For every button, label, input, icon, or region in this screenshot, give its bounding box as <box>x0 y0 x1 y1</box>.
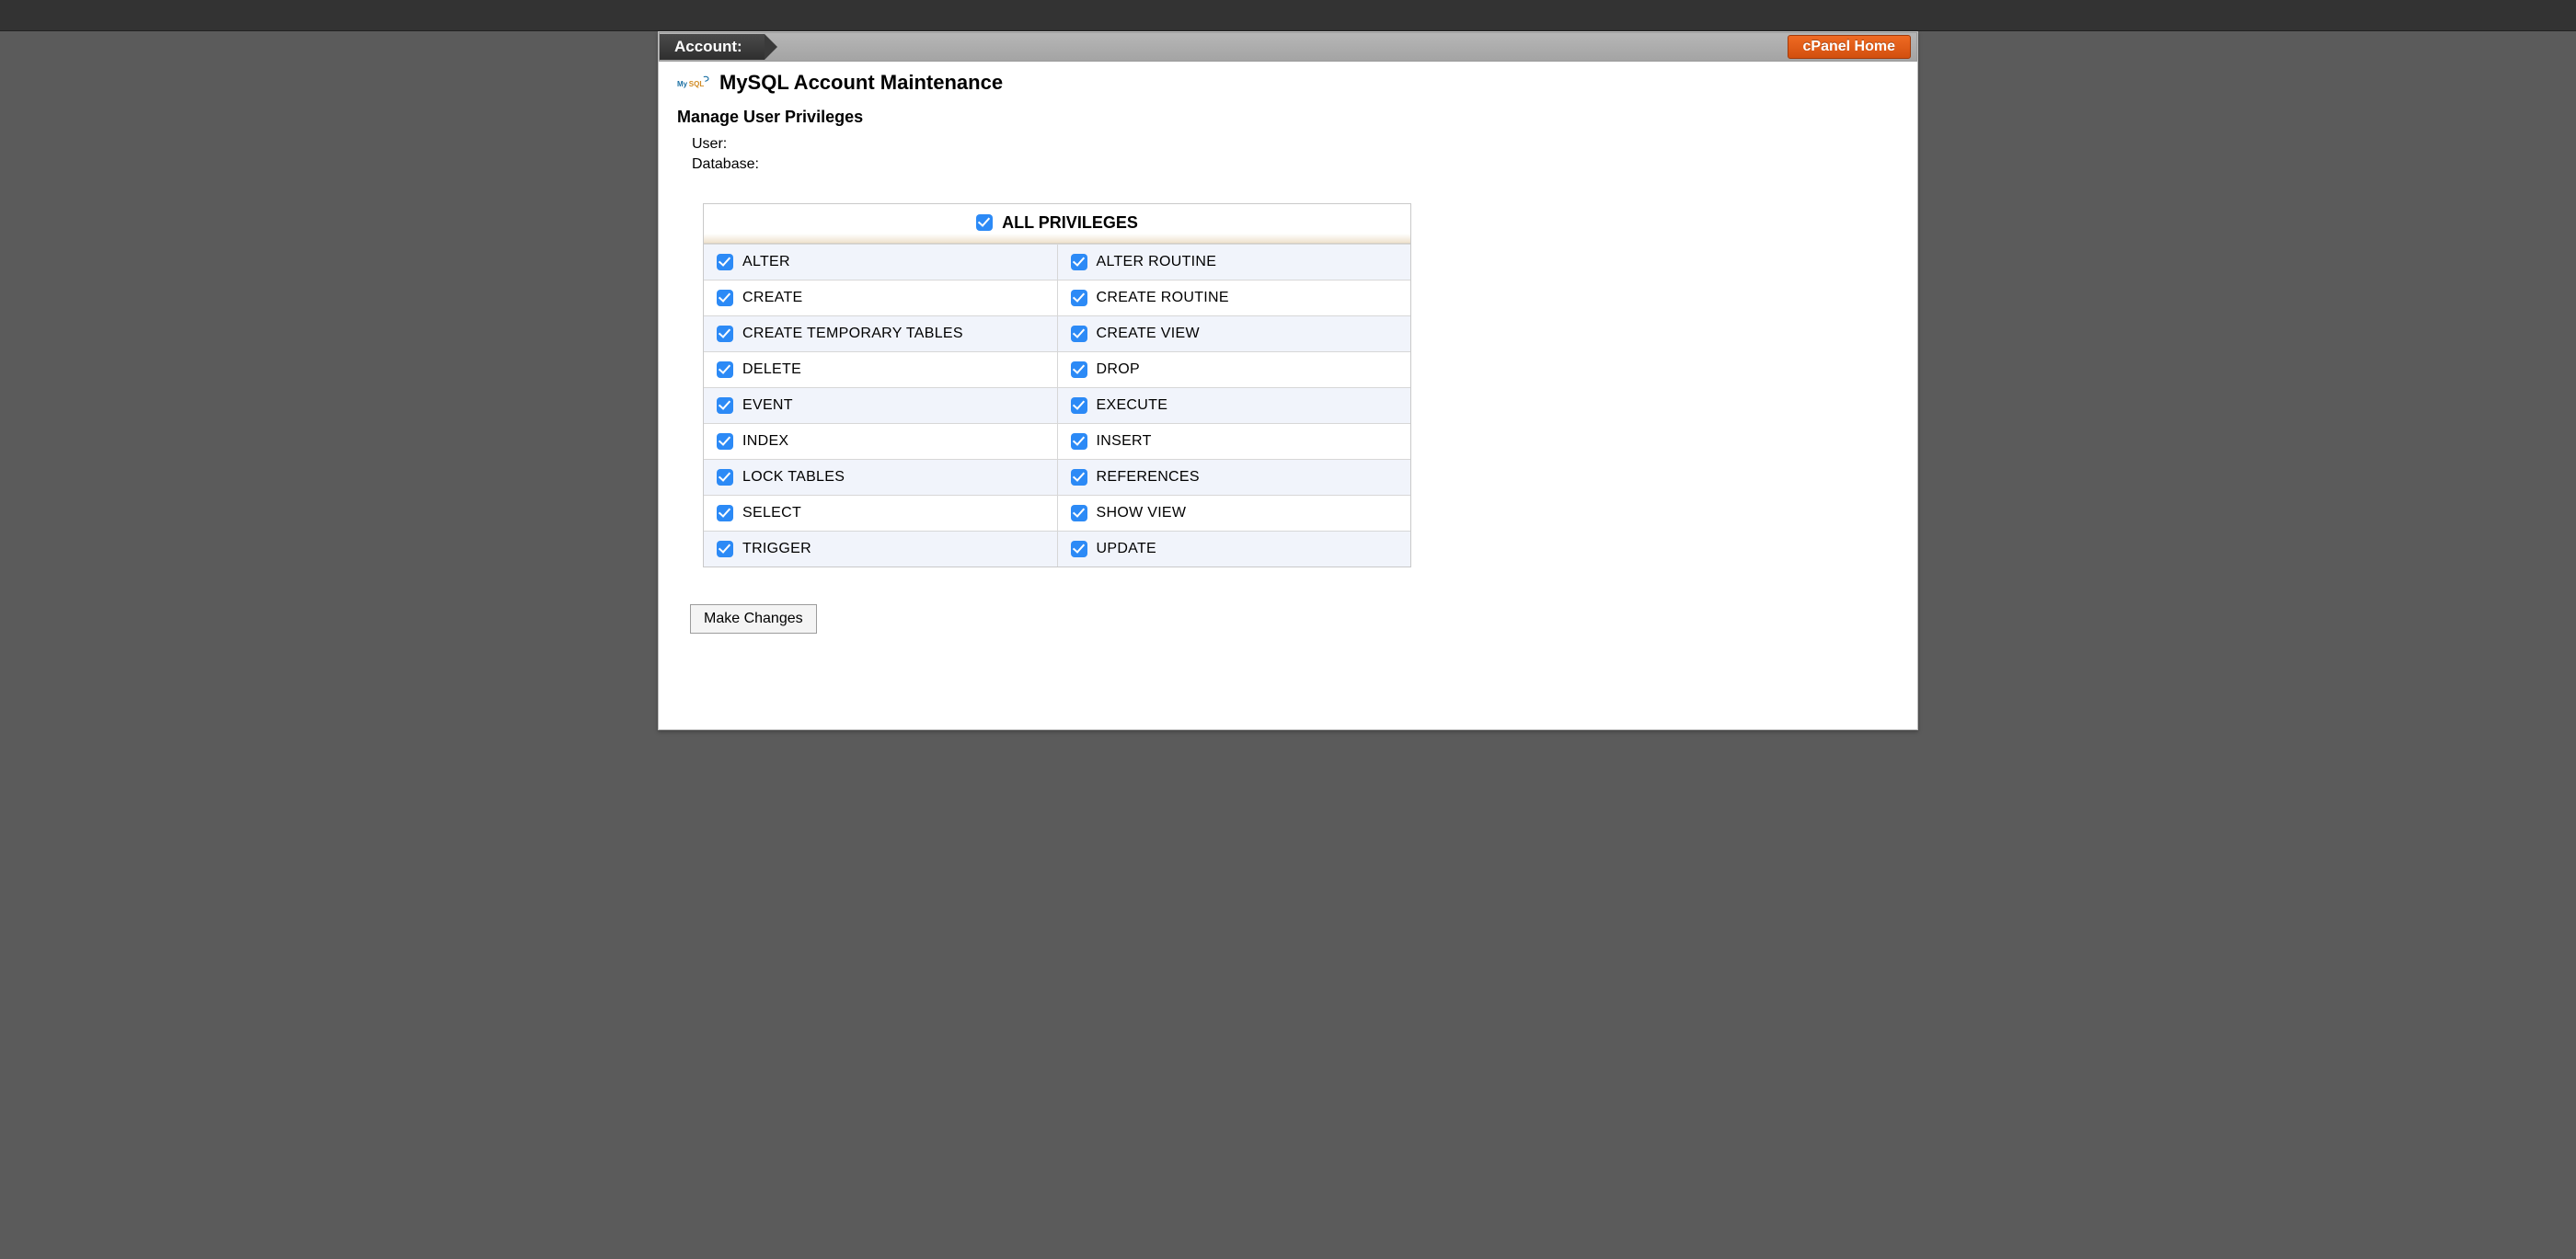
privilege-label: INDEX <box>742 433 788 450</box>
privileges-header: ALL PRIVILEGES <box>704 204 1410 245</box>
main-wrap: Account: cPanel Home My SQL MySQL Accoun… <box>0 31 2576 730</box>
privilege-cell-create-routine[interactable]: CREATE ROUTINE <box>1057 280 1411 315</box>
privilege-row: ALTER ALTER ROUTINE <box>704 244 1410 280</box>
account-label-text: Account: <box>674 38 742 56</box>
page-title-row: My SQL MySQL Account Maintenance <box>677 71 1899 95</box>
privilege-checkbox-index[interactable] <box>717 433 733 450</box>
privilege-cell-references[interactable]: REFERENCES <box>1057 459 1411 495</box>
account-label: Account: <box>660 34 765 60</box>
privilege-checkbox-trigger[interactable] <box>717 541 733 557</box>
privilege-cell-execute[interactable]: EXECUTE <box>1057 387 1411 423</box>
privilege-cell-lock-tables[interactable]: LOCK TABLES <box>704 459 1057 495</box>
privilege-checkbox-execute[interactable] <box>1071 397 1087 414</box>
privilege-cell-update[interactable]: UPDATE <box>1057 531 1411 567</box>
database-label: Database: <box>692 156 759 172</box>
privilege-checkbox-create[interactable] <box>717 290 733 306</box>
database-row: Database: <box>692 155 1899 175</box>
privilege-label: UPDATE <box>1097 541 1157 557</box>
mysql-icon: My SQL <box>677 73 714 93</box>
privilege-checkbox-alter-routine[interactable] <box>1071 254 1087 270</box>
privilege-checkbox-create-view[interactable] <box>1071 326 1087 342</box>
privilege-label: DROP <box>1097 361 1140 378</box>
privilege-checkbox-create-routine[interactable] <box>1071 290 1087 306</box>
privilege-cell-alter-routine[interactable]: ALTER ROUTINE <box>1057 244 1411 280</box>
privilege-row: LOCK TABLES REFERENCES <box>704 459 1410 495</box>
content-inner: My SQL MySQL Account Maintenance Manage … <box>659 62 1917 661</box>
header-gradient <box>704 234 1410 243</box>
privilege-cell-alter[interactable]: ALTER <box>704 244 1057 280</box>
user-row: User: <box>692 134 1899 155</box>
privilege-label: REFERENCES <box>1097 469 1200 486</box>
privilege-checkbox-references[interactable] <box>1071 469 1087 486</box>
privilege-checkbox-select[interactable] <box>717 505 733 521</box>
privilege-cell-select[interactable]: SELECT <box>704 495 1057 531</box>
privilege-cell-index[interactable]: INDEX <box>704 423 1057 459</box>
all-privileges-label: ALL PRIVILEGES <box>1002 213 1138 233</box>
privilege-checkbox-insert[interactable] <box>1071 433 1087 450</box>
privilege-label: CREATE <box>742 290 803 306</box>
privilege-label: CREATE VIEW <box>1097 326 1200 342</box>
privilege-label: INSERT <box>1097 433 1152 450</box>
user-db-block: User: Database: <box>677 134 1899 176</box>
privilege-checkbox-drop[interactable] <box>1071 361 1087 378</box>
privilege-label: ALTER <box>742 254 790 270</box>
page-title: MySQL Account Maintenance <box>719 71 1003 95</box>
privilege-label: TRIGGER <box>742 541 811 557</box>
privilege-label: SHOW VIEW <box>1097 505 1187 521</box>
privilege-row: INDEX INSERT <box>704 423 1410 459</box>
all-privileges-checkbox[interactable] <box>976 214 993 231</box>
privilege-checkbox-lock-tables[interactable] <box>717 469 733 486</box>
privileges-rows-container: ALTERALTER ROUTINECREATECREATE ROUTINECR… <box>704 244 1410 567</box>
privilege-row: CREATE CREATE ROUTINE <box>704 280 1410 315</box>
privilege-cell-event[interactable]: EVENT <box>704 387 1057 423</box>
privilege-cell-show-view[interactable]: SHOW VIEW <box>1057 495 1411 531</box>
privilege-label: EXECUTE <box>1097 397 1168 414</box>
privilege-cell-create-view[interactable]: CREATE VIEW <box>1057 315 1411 351</box>
top-nav-strip <box>0 0 2576 31</box>
privilege-cell-trigger[interactable]: TRIGGER <box>704 531 1057 567</box>
make-changes-button[interactable]: Make Changes <box>690 604 817 634</box>
privilege-checkbox-delete[interactable] <box>717 361 733 378</box>
privilege-label: ALTER ROUTINE <box>1097 254 1217 270</box>
privilege-checkbox-update[interactable] <box>1071 541 1087 557</box>
privilege-label: EVENT <box>742 397 793 414</box>
privilege-row: EVENT EXECUTE <box>704 387 1410 423</box>
account-bar: Account: cPanel Home <box>659 32 1917 62</box>
privilege-row: SELECT SHOW VIEW <box>704 495 1410 531</box>
privilege-row: TRIGGER UPDATE <box>704 531 1410 567</box>
privilege-label: CREATE ROUTINE <box>1097 290 1229 306</box>
svg-text:My: My <box>677 80 688 88</box>
cpanel-home-button[interactable]: cPanel Home <box>1788 35 1911 59</box>
privilege-label: SELECT <box>742 505 801 521</box>
svg-text:SQL: SQL <box>689 80 705 88</box>
privilege-cell-delete[interactable]: DELETE <box>704 351 1057 387</box>
privilege-row: CREATE TEMPORARY TABLES CREATE VIEW <box>704 315 1410 351</box>
privilege-checkbox-alter[interactable] <box>717 254 733 270</box>
section-heading: Manage User Privileges <box>677 108 1899 127</box>
privilege-cell-drop[interactable]: DROP <box>1057 351 1411 387</box>
privilege-checkbox-show-view[interactable] <box>1071 505 1087 521</box>
privileges-table: ALL PRIVILEGES ALTERALTER ROUTINECREATEC… <box>703 203 1411 568</box>
privilege-label: DELETE <box>742 361 801 378</box>
content-panel: Account: cPanel Home My SQL MySQL Accoun… <box>658 31 1918 730</box>
privilege-cell-create[interactable]: CREATE <box>704 280 1057 315</box>
user-label: User: <box>692 136 727 152</box>
privilege-cell-create-temporary-tables[interactable]: CREATE TEMPORARY TABLES <box>704 315 1057 351</box>
privilege-checkbox-create-temporary-tables[interactable] <box>717 326 733 342</box>
privilege-cell-insert[interactable]: INSERT <box>1057 423 1411 459</box>
privilege-row: DELETE DROP <box>704 351 1410 387</box>
privilege-label: LOCK TABLES <box>742 469 845 486</box>
privilege-label: CREATE TEMPORARY TABLES <box>742 326 963 342</box>
privilege-checkbox-event[interactable] <box>717 397 733 414</box>
